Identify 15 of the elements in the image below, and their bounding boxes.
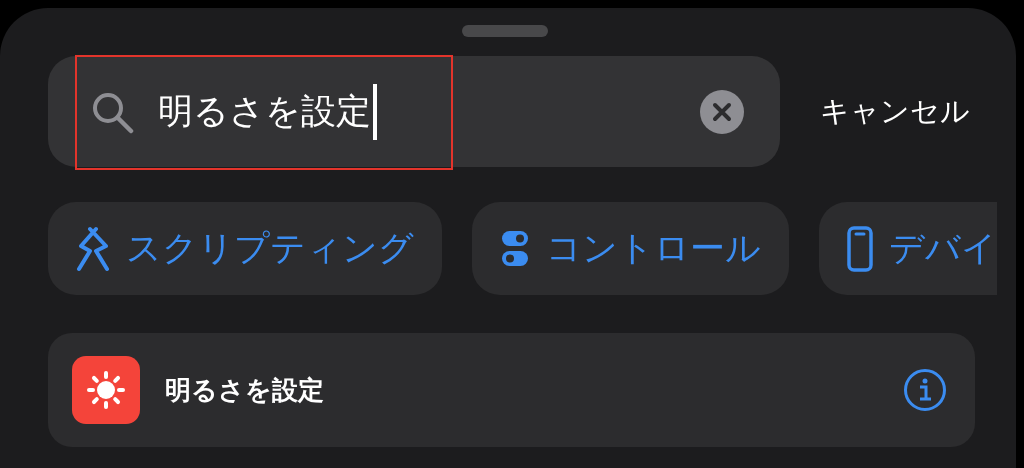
category-chip[interactable]: コントロール bbox=[472, 202, 789, 295]
info-icon[interactable] bbox=[903, 368, 947, 412]
category-chip[interactable]: スクリプティング bbox=[48, 202, 442, 295]
phone-icon bbox=[847, 225, 873, 272]
text-cursor bbox=[373, 83, 377, 140]
action-title: 明るさを設定 bbox=[165, 373, 324, 407]
action-row[interactable]: 明るさを設定 bbox=[48, 333, 975, 447]
script-icon bbox=[76, 225, 110, 272]
clear-icon[interactable] bbox=[700, 89, 744, 134]
category-chip[interactable]: デバイ bbox=[819, 202, 997, 295]
grabber-handle[interactable] bbox=[462, 25, 548, 37]
cancel-button[interactable]: キャンセル bbox=[820, 91, 970, 132]
sun-icon bbox=[72, 356, 140, 424]
search-field[interactable]: 明るさを設定 bbox=[48, 56, 780, 167]
search-text: 明るさを設定 bbox=[158, 90, 371, 133]
